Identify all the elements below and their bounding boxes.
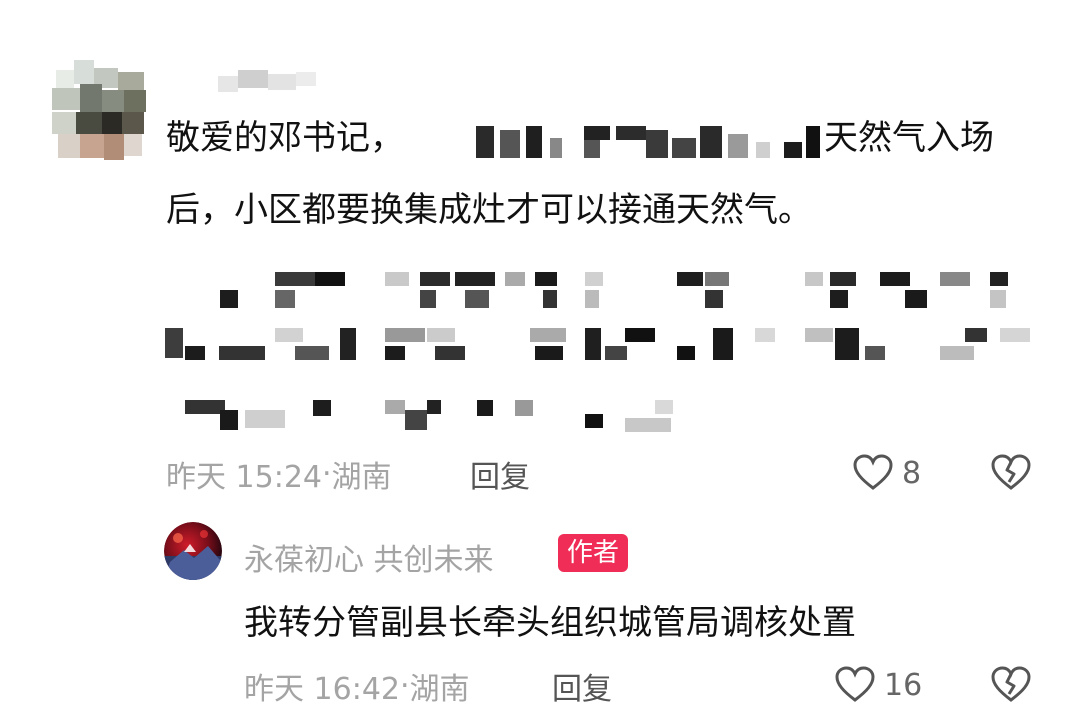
like-button[interactable]: 8 xyxy=(852,452,921,494)
username-blurred[interactable] xyxy=(218,68,318,96)
redacted-paragraph xyxy=(165,272,1030,432)
broken-heart-icon[interactable] xyxy=(990,664,1032,706)
reply-button[interactable]: 回复 xyxy=(552,664,612,708)
redacted-text xyxy=(476,126,820,158)
broken-heart-icon[interactable] xyxy=(990,452,1032,494)
commenter-avatar[interactable] xyxy=(52,60,148,164)
comment-location: 湖南 xyxy=(331,460,392,495)
heart-outline-icon xyxy=(853,454,893,490)
reply-author-avatar[interactable] xyxy=(164,522,222,580)
meta-separator: · xyxy=(322,456,332,492)
comment-text-start: 敬爱的邓书记， xyxy=(166,118,404,158)
meta-separator: · xyxy=(400,668,410,704)
reply-location: 湖南 xyxy=(409,672,470,707)
reply-text: 我转分管副县长牵头组织城管局调核处置 xyxy=(244,603,856,643)
comment-text-line-2: 后，小区都要换集成灶才可以接通天然气。 xyxy=(166,190,812,230)
comment-meta: 昨天 15:24·湖南 xyxy=(166,452,392,496)
reply-button[interactable]: 回复 xyxy=(470,452,530,496)
like-count: 8 xyxy=(902,455,922,491)
heart-outline-icon xyxy=(835,666,875,702)
reply-author-name[interactable]: 永葆初心 共创未来 xyxy=(244,535,494,579)
like-button[interactable]: 16 xyxy=(834,664,922,706)
like-count: 16 xyxy=(884,667,923,703)
reply-meta: 昨天 16:42·湖南 xyxy=(244,664,470,708)
reply-time: 昨天 16:42 xyxy=(244,672,400,707)
comment-time: 昨天 15:24 xyxy=(166,460,322,495)
comment-text-continued: 天然气入场 xyxy=(824,118,994,158)
author-badge: 作者 xyxy=(558,534,629,572)
